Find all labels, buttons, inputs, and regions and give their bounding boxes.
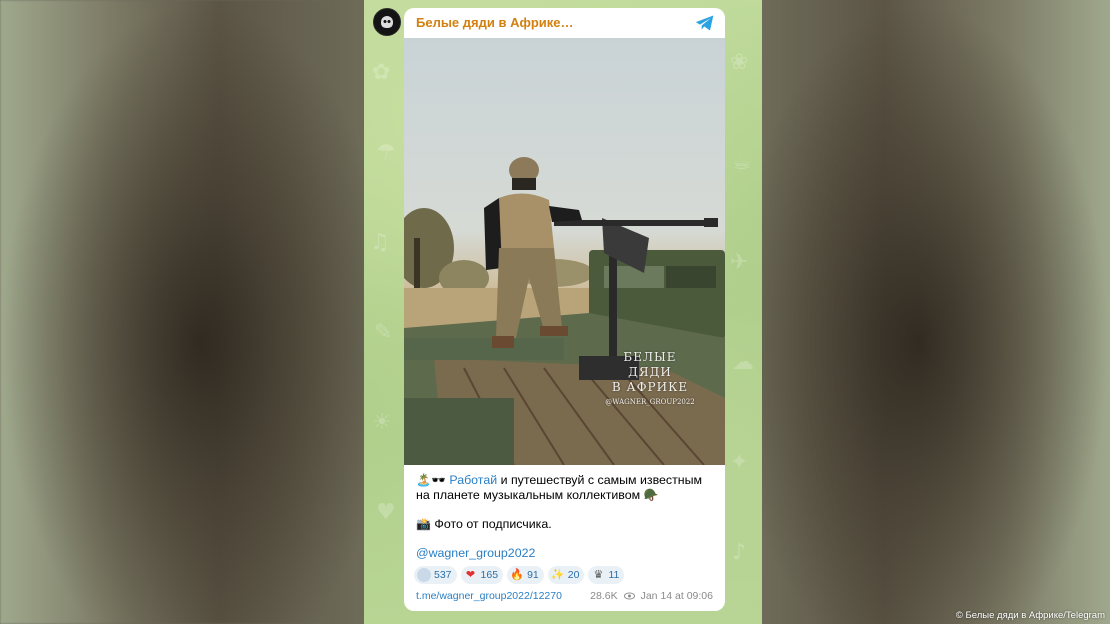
- fire-icon: 🔥: [510, 568, 524, 581]
- post-meta: 28.6K Jan 14 at 09:06: [590, 590, 713, 602]
- post-date: Jan 14 at 09:06: [640, 590, 713, 602]
- reaction-chip[interactable]: ✨ 20: [547, 566, 585, 584]
- doodle-icon: ✦: [730, 450, 749, 475]
- post-paragraph: 🏝️🕶️ Работай и путешествуй с самым извес…: [416, 473, 716, 503]
- channel-handle-link[interactable]: @wagner_group2022: [416, 546, 535, 560]
- camera-emoji-icon: 📸: [416, 517, 431, 531]
- image-credit: © Белые дяди в Африке/Telegram: [955, 610, 1105, 621]
- reaction-count: 165: [480, 569, 499, 581]
- doodle-icon: ♥: [376, 500, 396, 525]
- reaction-count: 537: [434, 569, 452, 581]
- crown-icon: ♛: [593, 568, 604, 581]
- island-sunglasses-emoji-icon: 🏝️🕶️: [416, 473, 446, 487]
- reactions-bar: 537 ❤ 165 🔥 91 ✨ 20 ♛ 11: [414, 566, 625, 584]
- doodle-icon: ☂: [376, 140, 396, 165]
- channel-title[interactable]: Белые дяди в Африке…: [416, 15, 574, 30]
- doodle-icon: ✿: [372, 60, 391, 85]
- message-header: Белые дяди в Африке…: [404, 8, 725, 38]
- eye-icon: [623, 592, 635, 600]
- work-link[interactable]: Работай: [449, 473, 497, 487]
- channel-avatar[interactable]: [373, 8, 401, 36]
- doodle-icon: ✈: [730, 250, 749, 275]
- reaction-chip[interactable]: 537: [414, 566, 457, 584]
- skull-icon: [381, 16, 393, 28]
- party-popper-icon: ✨: [550, 568, 565, 581]
- watermark-line: @WAGNER_GROUP2022: [605, 398, 695, 406]
- watermark-line: БЕЛЫЕ ДЯДИ: [623, 350, 677, 379]
- view-count: 28.6K: [590, 590, 618, 602]
- doodle-icon: ✎: [374, 320, 393, 345]
- post-photo[interactable]: БЕЛЫЕ ДЯДИ В АФРИКЕ @WAGNER_GROUP2022: [404, 38, 725, 465]
- post-text: 🏝️🕶️ Работай и путешествуй с самым извес…: [416, 473, 716, 561]
- doodle-icon: ♫: [370, 230, 390, 255]
- reaction-count: 91: [527, 569, 539, 581]
- doodle-icon: ☕: [732, 150, 752, 175]
- dots-reaction-icon: [417, 568, 431, 582]
- doodle-icon: ☀: [372, 410, 392, 435]
- helmet-emoji-icon: 🪖: [643, 488, 659, 502]
- reaction-count: 11: [608, 569, 620, 581]
- reaction-chip[interactable]: 🔥 91: [507, 566, 544, 584]
- post-paragraph: @wagner_group2022: [416, 546, 716, 561]
- telegram-share-icon[interactable]: [695, 14, 715, 32]
- reaction-count: 20: [567, 569, 580, 581]
- message-bubble: Белые дяди в Африке… БЕЛЫЕ ДЯДИ В АФРИКЕ…: [404, 8, 725, 611]
- telegram-chat-screen: ✿ ☂ ♫ ✎ ☀ ♥ ❀ ☕ ✈ ☁ ✦ ♪ Белые дяди в Афр…: [364, 0, 762, 624]
- reaction-chip[interactable]: ♛ 11: [588, 566, 625, 584]
- photo-watermark: БЕЛЫЕ ДЯДИ В АФРИКЕ @WAGNER_GROUP2022: [600, 350, 700, 410]
- heart-fire-icon: ❤: [465, 568, 476, 581]
- doodle-icon: ☁: [732, 350, 754, 375]
- blurred-background-left: [0, 0, 364, 624]
- doodle-icon: ❀: [730, 50, 749, 75]
- blurred-background-right: [762, 0, 1110, 624]
- reaction-chip[interactable]: ❤ 165: [460, 566, 504, 584]
- doodle-icon: ♪: [732, 540, 747, 565]
- photo-caption: Фото от подписчика.: [434, 517, 552, 531]
- post-permalink[interactable]: t.me/wagner_group2022/12270: [416, 590, 562, 602]
- post-paragraph: 📸 Фото от подписчика.: [416, 517, 716, 532]
- watermark-line: В АФРИКЕ: [611, 380, 689, 394]
